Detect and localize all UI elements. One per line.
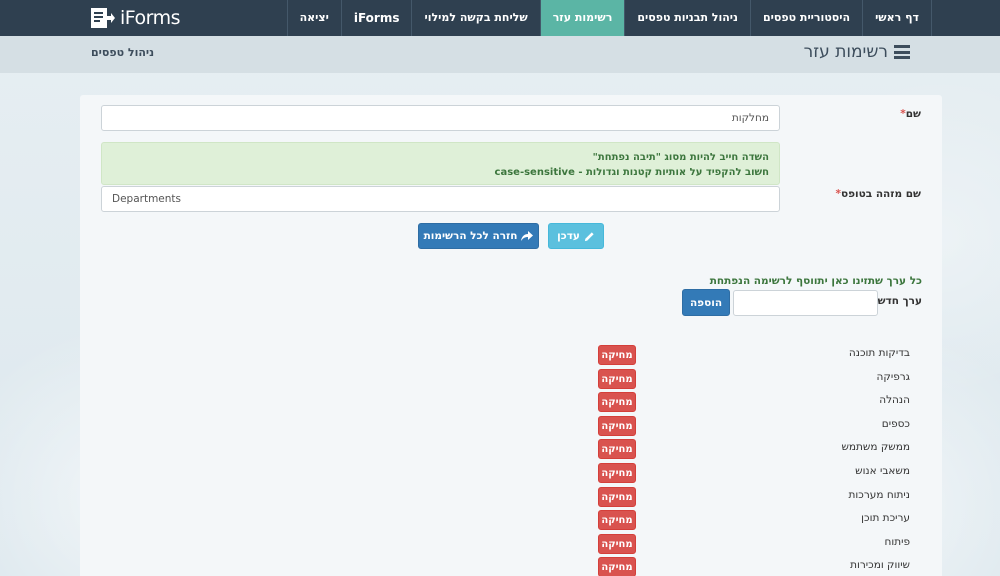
list-item-label: עריכת תוכן bbox=[861, 512, 910, 525]
delete-button[interactable]: מחיקה bbox=[598, 533, 636, 554]
nav-menu: דף ראשי היסטוריית טפסים ניהול תבניות טפסים… bbox=[286, 0, 932, 36]
field-id-input[interactable]: Departments bbox=[101, 186, 780, 212]
nav-item[interactable]: יציאה bbox=[286, 0, 341, 36]
page-title: רשימות עזר bbox=[804, 42, 910, 62]
list-item: שיווק ומכירות מחיקה bbox=[80, 557, 942, 576]
page-header: רשימות עזר ניהול טפסים bbox=[0, 36, 1000, 73]
add-hint: כל ערך שתזינו כאן יתווסף לרשימה הנפתחת bbox=[709, 275, 922, 287]
new-value-label: ערך חדש bbox=[877, 295, 922, 307]
list-item-label: הנהלה bbox=[879, 394, 910, 407]
delete-button[interactable]: מחיקה bbox=[598, 439, 636, 460]
list-item-label: פיתוח bbox=[884, 535, 910, 548]
nav-item[interactable]: דף ראשי bbox=[862, 0, 932, 36]
name-input[interactable]: מחלקות bbox=[101, 105, 780, 131]
share-arrow-icon bbox=[521, 230, 534, 241]
form-document-icon bbox=[91, 8, 115, 28]
list-item-label: גרפיקה bbox=[876, 370, 910, 383]
alert-line-2: חשוב להקפיד על אותיות קטנות וגדולות - ca… bbox=[494, 167, 769, 178]
list-item: עריכת תוכן מחיקה bbox=[80, 510, 942, 531]
list-item: הנהלה מחיקה bbox=[80, 392, 942, 413]
nav-item[interactable]: רשימות עזר bbox=[539, 0, 625, 36]
delete-button[interactable]: מחיקה bbox=[598, 463, 636, 483]
delete-button[interactable]: מחיקה bbox=[598, 510, 636, 531]
new-value-input[interactable] bbox=[733, 290, 878, 316]
menu-icon[interactable] bbox=[894, 45, 910, 59]
edit-button[interactable]: עדכן bbox=[548, 223, 604, 249]
info-alert: השדה חייב להיות מסוג "תיבה נפתחת" חשוב ל… bbox=[101, 142, 780, 185]
delete-button[interactable]: מחיקה bbox=[598, 345, 636, 365]
list-edit-card: שם* מחלקות השדה חייב להיות מסוג "תיבה נפ… bbox=[80, 95, 942, 576]
list-item: בדיקות תוכנה מחיקה bbox=[80, 345, 942, 365]
nav-item[interactable]: היסטוריית טפסים bbox=[750, 0, 862, 36]
delete-button[interactable]: מחיקה bbox=[598, 557, 636, 576]
name-label: שם* bbox=[900, 108, 921, 120]
list-item: משאבי אנוש מחיקה bbox=[80, 463, 942, 483]
delete-button[interactable]: מחיקה bbox=[598, 486, 636, 507]
list-item: פיתוח מחיקה bbox=[80, 533, 942, 554]
breadcrumb[interactable]: ניהול טפסים bbox=[91, 46, 154, 59]
nav-item[interactable]: iForms bbox=[340, 0, 412, 36]
list-item: ניתוח מערכות מחיקה bbox=[80, 486, 942, 507]
pencil-icon bbox=[584, 231, 594, 241]
field-id-label: שם מזהה בטופס* bbox=[835, 188, 922, 200]
list-item-label: שיווק ומכירות bbox=[850, 559, 910, 572]
logo-text: iForms bbox=[120, 7, 181, 29]
list-item-label: כספים bbox=[881, 417, 910, 430]
nav-item[interactable]: ניהול תבניות טפסים bbox=[624, 0, 750, 36]
list-item-label: משאבי אנוש bbox=[855, 465, 910, 477]
add-button[interactable]: הוספה bbox=[682, 289, 730, 316]
list-item: כספים מחיקה bbox=[80, 415, 942, 436]
list-item-label: בדיקות תוכנה bbox=[848, 347, 910, 359]
list-item: גרפיקה מחיקה bbox=[80, 368, 942, 389]
delete-button[interactable]: מחיקה bbox=[598, 392, 636, 413]
nav-item[interactable]: שליחת בקשה למילוי bbox=[411, 0, 539, 36]
back-to-lists-button[interactable]: חזרה לכל הרשימות bbox=[418, 223, 539, 249]
delete-button[interactable]: מחיקה bbox=[598, 415, 636, 436]
page-title-text: רשימות עזר bbox=[803, 42, 888, 62]
logo[interactable]: iForms bbox=[90, 6, 181, 30]
delete-button[interactable]: מחיקה bbox=[598, 368, 636, 389]
list-item-label: ממשק משתמש bbox=[841, 441, 910, 454]
list-item-label: ניתוח מערכות bbox=[848, 488, 910, 501]
list-item: ממשק משתמש מחיקה bbox=[80, 439, 942, 460]
top-navbar: iForms דף ראשי היסטוריית טפסים ניהול תבניו… bbox=[0, 0, 1000, 36]
alert-line-1: השדה חייב להיות מסוג "תיבה נפתחת" bbox=[592, 152, 769, 163]
